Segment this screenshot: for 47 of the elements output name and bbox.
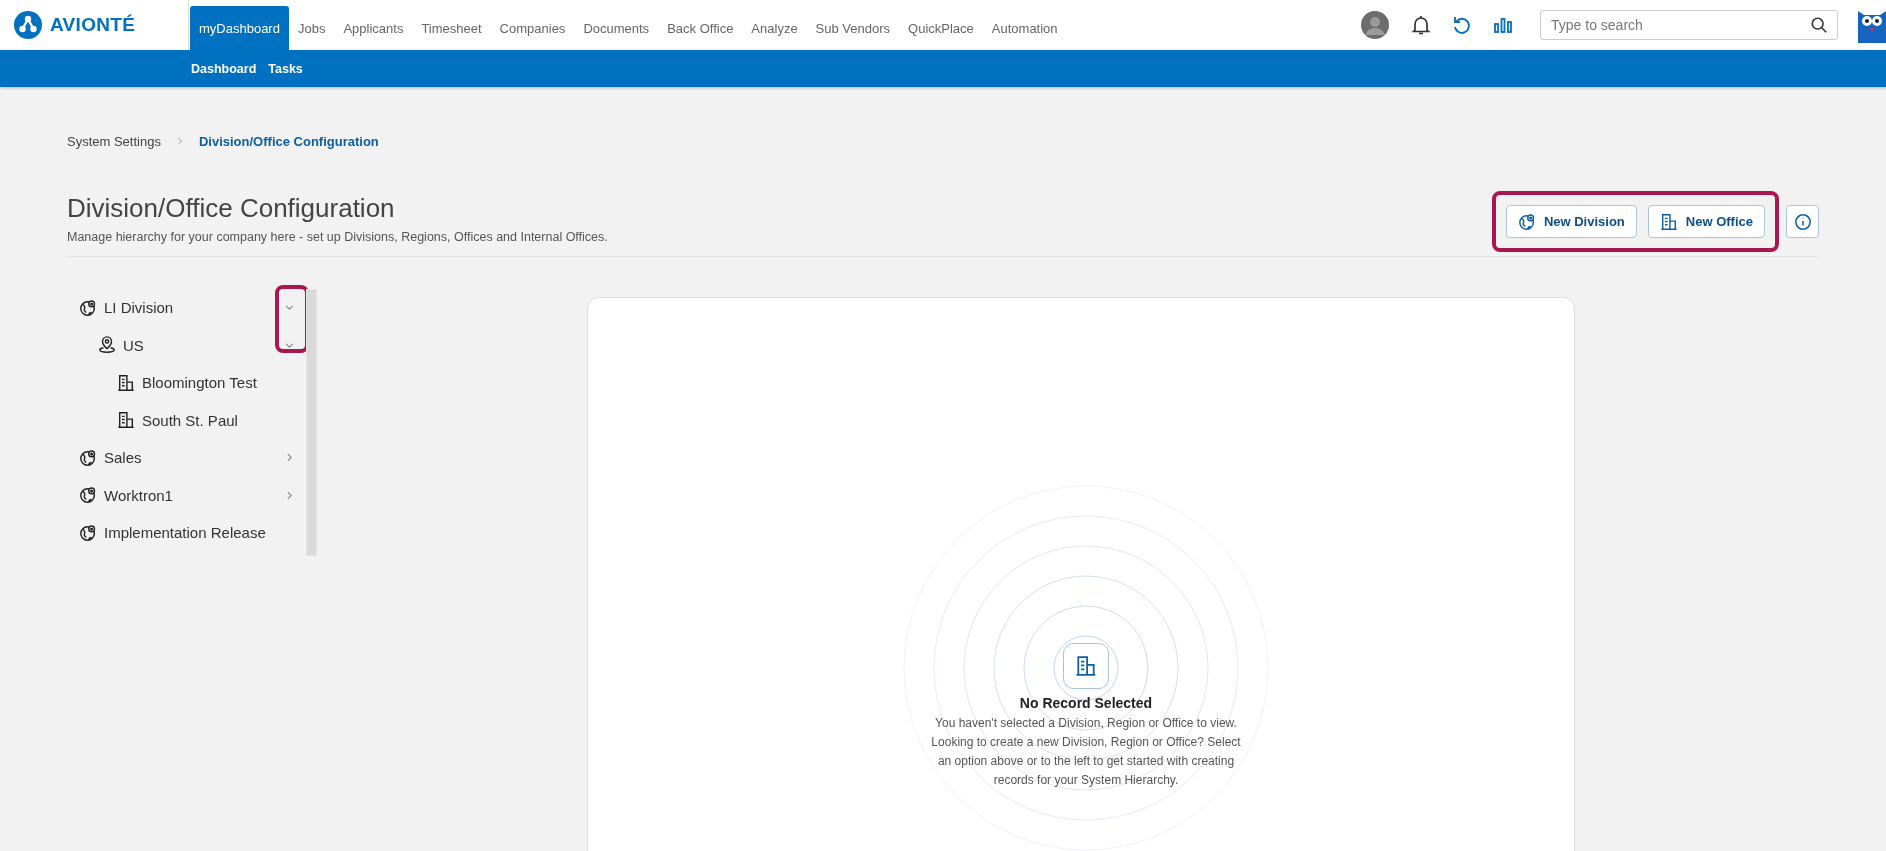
globe-pin-icon [79,448,97,467]
globe-pin-icon [79,523,97,542]
tree-item[interactable]: South St. Paul [142,411,238,429]
new-division-button[interactable]: New Division [1505,205,1637,238]
new-office-button[interactable]: New Office [1647,205,1765,238]
info-icon [1793,212,1812,231]
nav-tab[interactable]: Companies [490,6,575,50]
nav-tab[interactable]: Jobs [288,6,335,50]
tree-item[interactable]: Worktron1 [104,486,173,504]
building-icon [1075,655,1097,677]
building-icon [1659,212,1678,231]
page-subtitle: Manage hierarchy for your company here - set up Divisions, Regions, Offices and Internal Offices. [67,230,608,244]
logo-icon [14,11,42,39]
tree-item[interactable]: LI Division [104,299,174,317]
building-icon [117,373,135,392]
globe-pin-icon [79,486,97,505]
empty-state-message: You haven't selected a Division, Region or Office to view. Looking to create a new Division, Region or Office? Select an option above or to the left to get started with creating records for your System Hierarchy. [931,715,1241,789]
empty-state-title: No Record Selected [1019,695,1153,711]
building-icon [117,411,135,430]
nav-tab[interactable]: Documents [574,6,659,50]
nav-tab[interactable]: Analyze [742,6,807,50]
tree-item[interactable]: Sales [104,449,142,467]
brand-name: AVIONTÉ [50,14,136,36]
tree-item[interactable]: Implementation Release [104,524,266,542]
nav-tab[interactable]: Sub Vendors [806,6,900,50]
breadcrumb-link[interactable]: Division/Office Configuration [198,133,379,149]
globe-pin-icon [79,298,97,317]
nav-tab[interactable]: Applicants [334,6,413,50]
bell-icon[interactable] [1409,13,1433,37]
info-button[interactable] [1786,205,1819,238]
subnav-link[interactable]: Dashboard [187,61,261,76]
page-title: Division/Office Configuration [67,193,396,224]
nav-tab[interactable]: Back Office [658,6,743,50]
nav-tab[interactable]: myDashboard [190,6,289,50]
globe-pin-icon [1517,212,1536,231]
location-pin-icon [98,336,116,355]
nav-tab[interactable]: QuickPlace [899,6,983,50]
nav-tab[interactable]: Automation [982,6,1067,50]
tree-item[interactable]: US [123,336,144,354]
subnav-link[interactable]: Tasks [264,61,307,76]
nav-tab[interactable]: Timesheet [412,6,491,50]
search-icon[interactable] [1810,16,1828,34]
tree-item[interactable]: Bloomington Test [142,374,257,392]
avatar-icon[interactable] [1361,11,1389,39]
scrollbar[interactable] [306,289,317,556]
search-field[interactable]: Type to search [1540,10,1838,40]
breadcrumb-link[interactable]: System Settings [67,133,161,149]
